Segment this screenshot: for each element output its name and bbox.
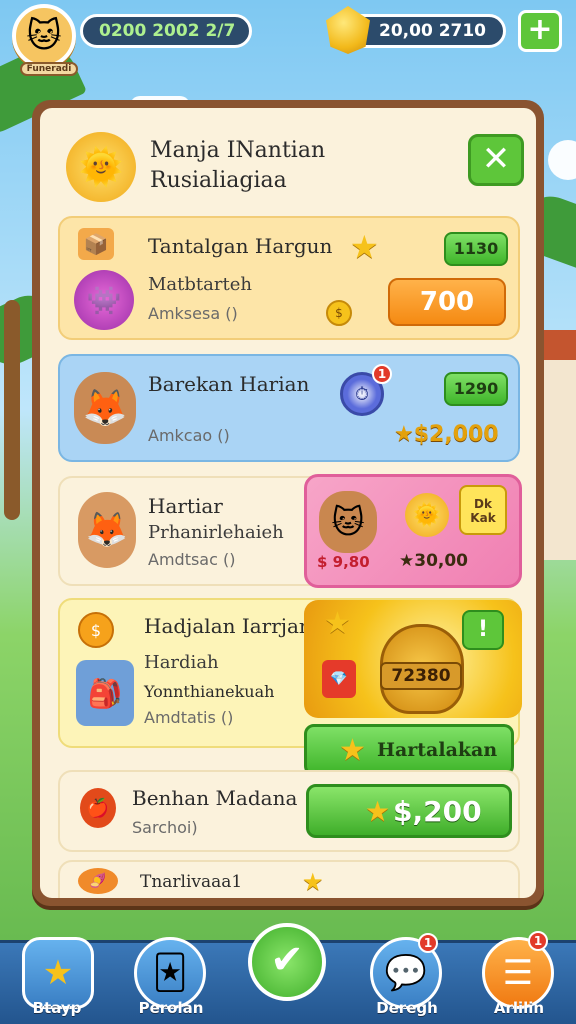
task-title: Hadjalan Iarrjan bbox=[144, 614, 312, 638]
avatar-tag: Funeradi bbox=[20, 62, 78, 76]
daily-tasks-panel: 🌞 Manja INantian Rusialiagiaa ✕ 📦 Tantal… bbox=[32, 100, 544, 906]
currency-counter-left: 0200 2002 2/7 bbox=[80, 14, 252, 48]
sun-icon: 🌞 bbox=[66, 132, 136, 202]
task-card-6[interactable]: 🍠 Tnarlivaaa1 ★ bbox=[58, 860, 520, 898]
chat-icon: 💬 bbox=[384, 953, 428, 993]
reward-amount: ★$2,000 bbox=[394, 422, 499, 447]
nav-label: Deregh bbox=[376, 999, 438, 1017]
cloud bbox=[548, 140, 576, 180]
task-detail: Sarchoi) bbox=[132, 818, 198, 837]
task-card-5[interactable]: 🍎 Benhan Madana Sarchoi) ★ $,200 bbox=[58, 770, 520, 852]
star-icon: ★ bbox=[339, 733, 366, 768]
task-subtitle: Prhanirlehaieh bbox=[148, 522, 284, 543]
task-detail: Amdtatis () bbox=[144, 708, 234, 727]
star-icon: ★ bbox=[350, 228, 379, 266]
close-button[interactable]: ✕ bbox=[468, 134, 524, 186]
task-detail: Amkcao () bbox=[148, 426, 230, 445]
box-icon: 📦 bbox=[78, 228, 114, 260]
star-icon: ★ bbox=[324, 606, 351, 641]
task-title: Hartiar bbox=[148, 494, 223, 518]
coin-icon: $ bbox=[326, 300, 352, 326]
nav-label: Perolan bbox=[138, 999, 204, 1017]
task-card-3[interactable]: 🦊 Hartiar Prhanirlehaieh Amdtsac () 🐱 🌞 … bbox=[58, 474, 522, 588]
bottom-nav: ★ Btayp 🃏 Perolan ✔ 💬 1 Deregh ☰ 1 Arlil… bbox=[0, 923, 576, 1024]
backpack-icon: 🎒 bbox=[76, 660, 134, 726]
task-card-2[interactable]: 🦊 Barekan Harian ⏱ 1 1290 Amkcao () ★$2,… bbox=[58, 354, 520, 462]
apple-icon: 🍎 bbox=[80, 788, 116, 828]
palm-trunk bbox=[4, 300, 20, 520]
player-avatar[interactable]: 🐱 bbox=[12, 4, 76, 68]
notification-badge: 1 bbox=[372, 364, 392, 384]
task-title: Tantalgan Hargun bbox=[148, 234, 333, 258]
star-icon: ★ bbox=[42, 953, 74, 993]
reward-button[interactable]: ★ $,200 bbox=[306, 784, 512, 838]
task-badge: 1130 bbox=[444, 232, 508, 266]
notification-badge: 1 bbox=[418, 933, 438, 953]
nav-center-confirm-button[interactable]: ✔ bbox=[248, 923, 326, 1001]
nav-label: Btayp bbox=[32, 999, 82, 1017]
food-icon: 🍠 bbox=[78, 868, 118, 894]
task-title: Benhan Madana bbox=[132, 786, 298, 810]
promo-tag: Dk Kak bbox=[459, 485, 507, 535]
coin-icon: $ bbox=[78, 612, 114, 648]
alert-badge: ! bbox=[462, 610, 504, 650]
panel-inner: 🌞 Manja INantian Rusialiagiaa ✕ 📦 Tantal… bbox=[40, 108, 536, 898]
notification-badge: 1 bbox=[528, 931, 548, 951]
task-title: Tnarlivaaa1 bbox=[140, 872, 243, 892]
ruby-icon: 💎 bbox=[322, 660, 356, 698]
task-subtitle-2: Yonnthianekuah bbox=[144, 682, 275, 701]
task-subtitle: Matbtarteh bbox=[148, 274, 252, 295]
fox-icon: 🦊 bbox=[74, 372, 136, 444]
top-hud: 🐱 Funeradi 0200 2002 2/7 20,00 2710 + bbox=[0, 0, 576, 76]
panel-title-line1: Manja INantian bbox=[150, 138, 326, 163]
task-card-1[interactable]: 📦 Tantalgan Hargun ★ 1130 👾 Matbtarteh A… bbox=[58, 216, 520, 340]
task-badge: 1290 bbox=[444, 372, 508, 406]
star-icon: ★ bbox=[365, 795, 391, 828]
add-currency-button[interactable]: + bbox=[518, 10, 562, 52]
card-icon: 🃏 bbox=[152, 953, 188, 993]
sun-icon: 🌞 bbox=[405, 493, 449, 537]
treasure-box: ★ ! 💎 72380 bbox=[304, 600, 522, 718]
star-icon: ★ bbox=[302, 868, 324, 896]
reward-button-label: $,200 bbox=[393, 795, 482, 828]
panel-title-line2: Rusialiagiaa bbox=[150, 168, 287, 193]
jar-value: 72380 bbox=[380, 662, 462, 690]
buy-button[interactable]: 700 bbox=[388, 278, 506, 326]
task-card-4[interactable]: $ Hadjalan Iarrjan Hardiah 🎒 Yonnthianek… bbox=[58, 598, 522, 776]
promo-price-right: ★30,00 bbox=[399, 551, 469, 571]
promo-price-left: $ 9,80 bbox=[317, 553, 370, 571]
nav-label: Arlilin bbox=[493, 999, 545, 1017]
task-detail: Amdtsac () bbox=[148, 550, 236, 569]
task-detail: Amksesa () bbox=[148, 304, 238, 323]
menu-icon: ☰ bbox=[502, 953, 534, 993]
claim-button[interactable]: ★ Hartalakan bbox=[304, 724, 514, 776]
cat-icon: 🐱 bbox=[319, 491, 377, 553]
promo-box[interactable]: 🐱 🌞 Dk Kak $ 9,80 ★30,00 bbox=[304, 474, 522, 588]
fox-girl-icon: 🦊 bbox=[78, 492, 136, 568]
monster-icon: 👾 bbox=[74, 270, 134, 330]
panel-title: Manja INantian Rusialiagiaa bbox=[150, 136, 380, 196]
task-subtitle: Hardiah bbox=[144, 652, 219, 673]
task-title: Barekan Harian bbox=[148, 372, 310, 396]
claim-button-label: Hartalakan bbox=[377, 739, 498, 761]
